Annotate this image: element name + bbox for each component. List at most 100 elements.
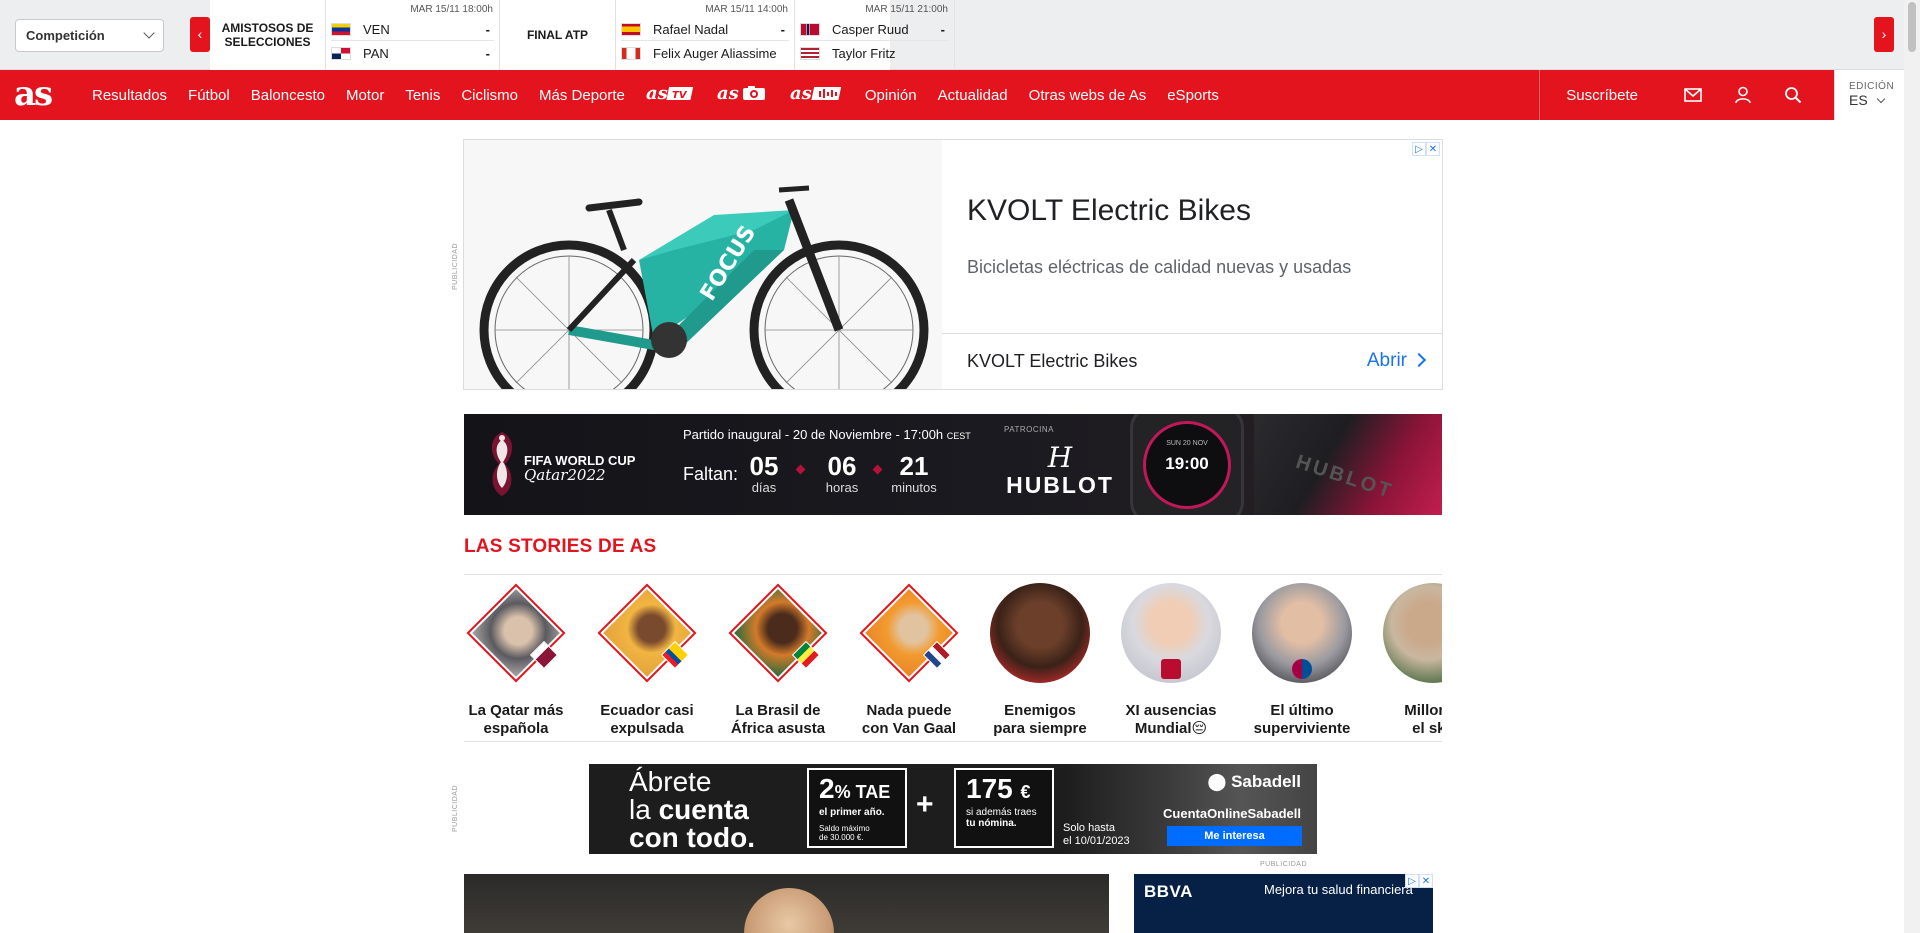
account-name: CuentaOnlineSabadell <box>1163 806 1301 821</box>
story-caption-line: española <box>483 720 549 737</box>
as-audio-logo[interactable]: as <box>790 83 844 107</box>
bbva-ad[interactable]: BBVA Mejora tu salud financiera ▷ ✕ <box>1134 874 1433 933</box>
countdown-minutes: 21 minutos <box>884 452 944 495</box>
adchoices-icon[interactable]: ▷ ✕ <box>1412 142 1440 156</box>
ad-open-button[interactable]: Abrir <box>1367 350 1407 372</box>
nav-item-tenis[interactable]: Tenis <box>405 87 440 104</box>
adchoices-info-icon[interactable]: ▷ <box>1405 874 1419 888</box>
story-caption-line: Nada puede <box>866 702 952 719</box>
nav-item-futbol[interactable]: Fútbol <box>188 87 230 104</box>
hours-label: horas <box>825 480 859 495</box>
story-thumbnail[interactable] <box>1252 583 1352 683</box>
story-item[interactable]: La Brasil de África asusta <box>723 583 833 738</box>
scores-strip: AMISTOSOS DE SELECCIONES MAR 15/11 18:00… <box>210 0 955 70</box>
story-thumbnail[interactable] <box>859 583 959 683</box>
svg-text:TV: TV <box>672 90 688 101</box>
story-item[interactable]: Enemigos para siempre <box>985 583 1095 738</box>
story-diamond-frame <box>859 583 959 683</box>
story-thumbnail[interactable] <box>1121 583 1221 683</box>
match-time: MAR 15/11 18:00h <box>410 4 493 15</box>
nav-item-esports[interactable]: eSports <box>1167 87 1219 104</box>
close-icon[interactable]: ✕ <box>1419 874 1433 888</box>
adchoices-info-icon[interactable]: ▷ <box>1412 142 1426 156</box>
nav-item-opinion[interactable]: Opinión <box>865 87 917 104</box>
match-card[interactable]: MAR 15/11 18:00h VEN - PAN - <box>325 0 500 70</box>
sabadell-ad[interactable]: Ábrete la cuenta con todo. 2% TAE el pri… <box>589 764 1317 854</box>
bike-image: FOCUS <box>464 140 942 389</box>
countdown-label: Faltan: <box>683 464 739 484</box>
newsletter-icon[interactable] <box>1668 70 1718 120</box>
ad-headline-line: con todo. <box>629 822 755 853</box>
match-card[interactable]: MAR 15/11 14:00h Rafael Nadal - Felix Au… <box>615 0 795 70</box>
story-item[interactable]: Millonarel ska <box>1378 583 1442 738</box>
bonus-number: 175 <box>966 773 1013 804</box>
chevron-down-icon <box>1876 94 1885 103</box>
team-score: - <box>485 22 490 37</box>
story-diamond-frame <box>728 583 828 683</box>
story-item[interactable]: Nada puede con Van Gaal <box>854 583 964 738</box>
story-thumbnail[interactable] <box>597 583 697 683</box>
nav-item-otras-webs[interactable]: Otras webs de As <box>1029 87 1147 104</box>
story-thumbnail[interactable] <box>728 583 828 683</box>
scores-prev-button[interactable]: ‹ <box>190 17 210 52</box>
nav-item-mas-deporte[interactable]: Más Deporte <box>539 87 625 104</box>
competition-select[interactable]: Competición <box>15 19 164 52</box>
edition-selector[interactable]: EDICIÓN ES <box>1834 70 1904 120</box>
page-scrollbar[interactable] <box>1904 0 1920 933</box>
worldcup-emblem-icon <box>491 432 513 496</box>
lead-article-image[interactable] <box>464 874 1109 933</box>
rate-value: 2% TAE <box>819 774 895 807</box>
search-icon[interactable] <box>1768 70 1818 120</box>
story-item[interactable]: XI ausencias Mundial😔 <box>1116 583 1226 738</box>
competition-select-value: Competición <box>26 28 105 43</box>
as-foto-logo[interactable]: as <box>717 83 769 107</box>
story-caption-line: para siempre <box>993 720 1087 737</box>
story-item[interactable]: La Qatar más española <box>464 583 571 738</box>
story-item[interactable]: El último superviviente <box>1247 583 1357 738</box>
bbva-ad-text: Mejora tu salud financiera <box>1264 882 1413 897</box>
match-card[interactable]: MAR 15/11 21:00h Casper Ruud - Taylor Fr… <box>795 0 955 70</box>
svg-text:as: as <box>717 83 739 103</box>
kvolt-ad[interactable]: FOCUS KVOLT Electric Bikes Bicicletas el… <box>463 139 1443 390</box>
watch-date: SUN 20 NOV <box>1166 440 1208 447</box>
adchoices-icon[interactable]: ▷ ✕ <box>1405 874 1433 888</box>
chevron-right-icon <box>1411 352 1427 368</box>
sabadell-logo: ⬤ Sabadell <box>1207 772 1301 792</box>
story-item[interactable]: Ecuador casi expulsada <box>592 583 702 738</box>
match-team-row: Casper Ruud - <box>800 19 949 41</box>
me-interesa-button[interactable]: Me interesa <box>1167 826 1302 846</box>
nav-item-ciclismo[interactable]: Ciclismo <box>461 87 518 104</box>
ad-title[interactable]: KVOLT Electric Bikes <box>967 194 1251 228</box>
as-logo[interactable]: as <box>14 76 53 112</box>
story-thumbnail[interactable] <box>1383 583 1442 683</box>
nav-item-resultados[interactable]: Resultados <box>92 87 167 104</box>
edition-code: ES <box>1849 92 1868 108</box>
nav-item-baloncesto[interactable]: Baloncesto <box>251 87 325 104</box>
player-name: Casper Ruud <box>832 22 909 37</box>
as-tv-logo[interactable]: as TV <box>646 83 696 107</box>
team-score: - <box>485 45 490 61</box>
hublot-wordmark: HUBLOT <box>1006 472 1114 498</box>
story-caption: Enemigos para siempre <box>985 702 1095 738</box>
edition-value: ES <box>1849 92 1904 108</box>
story-thumbnail[interactable] <box>466 583 566 683</box>
nav-item-motor[interactable]: Motor <box>346 87 384 104</box>
user-icon[interactable] <box>1718 70 1768 120</box>
scrollbar-thumb[interactable] <box>1908 2 1916 52</box>
story-caption-line: Ecuador casi <box>600 702 694 719</box>
nav-item-actualidad[interactable]: Actualidad <box>938 87 1008 104</box>
nav-actions: Suscríbete <box>1539 70 1818 120</box>
story-thumbnail[interactable] <box>990 583 1090 683</box>
chevron-down-icon <box>143 27 155 39</box>
close-icon[interactable]: ✕ <box>1426 142 1440 156</box>
match-team-row: Rafael Nadal - <box>621 19 789 41</box>
inaugural-text: Partido inaugural - 20 de Noviembre - 17… <box>683 427 944 442</box>
edition-label: EDICIÓN <box>1849 81 1895 92</box>
countdown-hours: 06 horas <box>812 452 872 495</box>
scores-next-button[interactable]: › <box>1874 17 1894 52</box>
ad-headline-bold: cuenta <box>658 794 749 825</box>
subscribe-link[interactable]: Suscríbete <box>1540 87 1668 104</box>
worldcup-countdown-banner[interactable]: FIFA WORLD CUP Qatar2022 Partido inaugur… <box>464 414 1442 515</box>
bonus-sub-line: si además traes <box>966 807 1037 818</box>
ad-footer[interactable]: KVOLT Electric Bikes Abrir <box>942 333 1442 389</box>
